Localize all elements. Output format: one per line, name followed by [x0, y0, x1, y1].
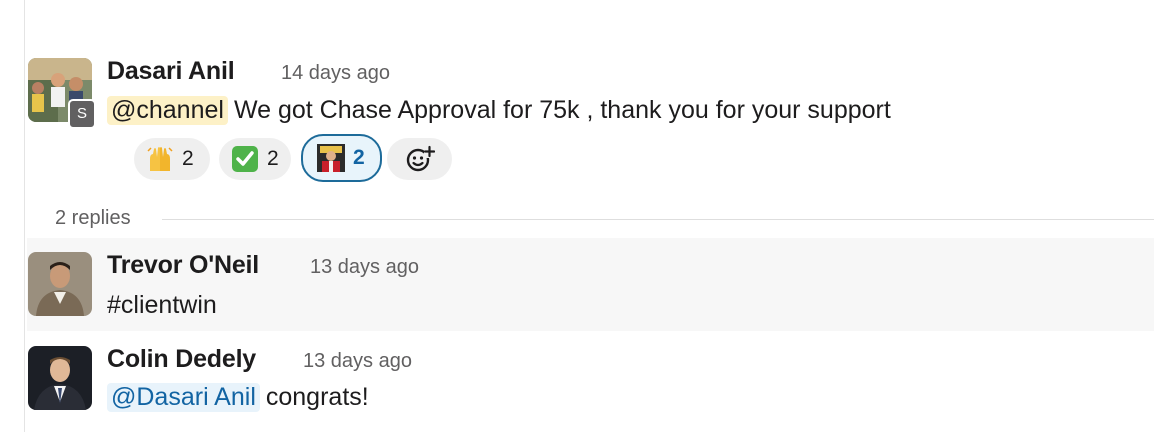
- reaction-check-mark[interactable]: 2: [219, 138, 291, 180]
- reaction-count: 2: [353, 146, 365, 169]
- pane-divider: [24, 0, 25, 432]
- status-badge: S: [68, 99, 96, 129]
- message-body: @channel We got Chase Approval for 75k , …: [107, 96, 891, 125]
- message-text: We got Chase Approval for 75k , thank yo…: [233, 96, 891, 124]
- message-text: #clientwin: [107, 291, 217, 319]
- message-timestamp[interactable]: 13 days ago: [310, 256, 419, 279]
- author-name[interactable]: Dasari Anil: [107, 57, 235, 86]
- author-name[interactable]: Colin Dedely: [107, 345, 256, 374]
- reaction-raised-hands[interactable]: 2: [134, 138, 210, 180]
- avatar-trevor-oneil[interactable]: [28, 252, 92, 316]
- author-name[interactable]: Trevor O'Neil: [107, 251, 259, 280]
- replies-count: 2 replies: [55, 207, 131, 229]
- message-timestamp[interactable]: 13 days ago: [303, 350, 412, 373]
- message-body: @Dasari Anil congrats!: [107, 383, 369, 412]
- replies-divider: [162, 219, 1154, 220]
- raised-hands-icon: [147, 147, 173, 171]
- channel-mention[interactable]: @channel: [107, 96, 228, 125]
- check-mark-icon: [232, 146, 258, 172]
- reaction-count: 2: [267, 147, 279, 170]
- reaction-custom-portrait[interactable]: 2: [301, 134, 382, 182]
- avatar-colin-dedely[interactable]: [28, 346, 92, 410]
- user-mention[interactable]: @Dasari Anil: [107, 383, 260, 412]
- message-text: congrats!: [265, 383, 369, 411]
- message-timestamp[interactable]: 14 days ago: [281, 62, 390, 85]
- add-emoji-icon: [406, 145, 435, 172]
- add-reaction-button[interactable]: [387, 138, 452, 180]
- reaction-count: 2: [182, 147, 194, 170]
- custom-portrait-icon: [317, 144, 345, 172]
